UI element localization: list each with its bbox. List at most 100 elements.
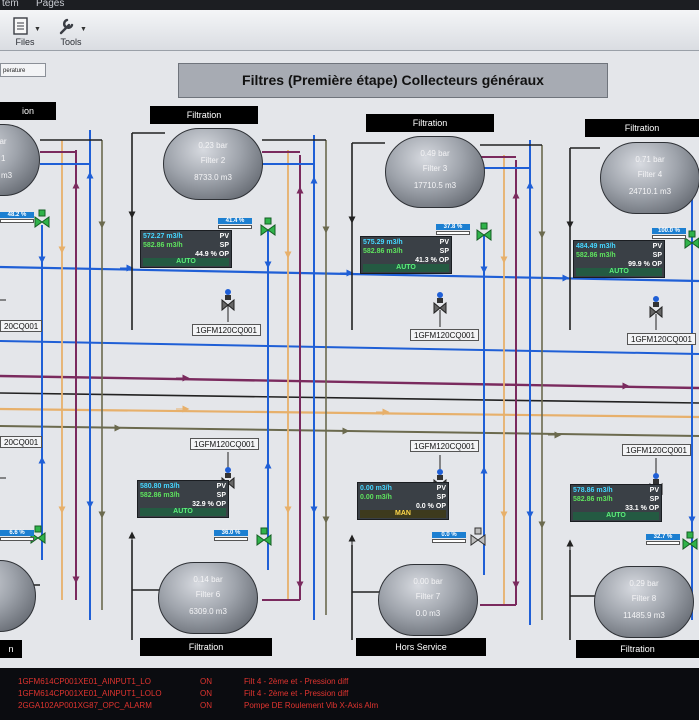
header-pipes — [0, 264, 699, 439]
flow-7-pv: 0.00 m3/h — [360, 485, 392, 492]
filter-7-volume: 0.0 m3 — [415, 609, 441, 618]
flow-8-mode[interactable]: AUTO — [573, 512, 659, 520]
filter-1-volume: m3 — [1, 171, 13, 180]
flow-3-mode[interactable]: AUTO — [363, 264, 449, 272]
filter-2-name: Filter 2 — [200, 156, 226, 165]
flow-6-mode[interactable]: AUTO — [140, 508, 226, 516]
filter-1-name: 1 — [1, 154, 6, 163]
valve-6-position: 36.0 % — [214, 530, 254, 542]
instrument-tag-6[interactable]: 1GFM120CQ001 — [190, 438, 259, 450]
filter-4-name: Filter 4 — [637, 170, 663, 179]
instrument-tag-3[interactable]: 1GFM120CQ001 — [410, 329, 479, 341]
flow-6-pv: 580.80 m3/h — [140, 483, 180, 490]
instrument-lines — [0, 299, 657, 479]
valve-6-percent: 36.0 % — [214, 530, 248, 536]
alarm-message: Filt 4 - 2ème et - Pression diff — [244, 689, 349, 698]
unit-3-status-label: Filtration — [366, 114, 494, 132]
unit-8-status-label: Filtration — [576, 640, 699, 658]
flow-controller-2[interactable]: 572.27 m3/h PV 582.86 m3/h SP 44.9 % OP AUT… — [140, 230, 232, 268]
flow-8-sp: 582.86 m3/h — [573, 496, 613, 503]
filter-2-volume: 8733.0 m3 — [194, 173, 232, 182]
valve-1-track — [0, 219, 34, 223]
alarm-row[interactable]: 1GFM614CP001XE01_AINPUT1_LO ON Filt 4 - … — [0, 676, 699, 688]
filter-7-name: Filter 7 — [415, 592, 441, 601]
filter-8-tank[interactable]: 0.29 bar Filter 8 11485.9 m3 — [594, 566, 694, 638]
valve-1-percent: 48.2 % — [0, 212, 34, 218]
valve-8-percent: 32.7 % — [646, 534, 680, 540]
alarm-summary: 1GFM614CP001XE01_AINPUT1_LO ON Filt 4 - … — [0, 668, 699, 720]
flow-3-pv: 575.29 m3/h — [363, 239, 403, 246]
valve-5-track — [0, 537, 34, 541]
filter-1-pressure: bar — [0, 137, 7, 146]
valve-3-track — [436, 231, 470, 235]
valve-4-percent: 100.0 % — [652, 228, 686, 234]
valve-5-percent: 6.6 % — [0, 530, 34, 536]
flow-2-sp: 582.86 m3/h — [143, 242, 183, 249]
filter-8-name: Filter 8 — [631, 594, 657, 603]
instrument-tag-4[interactable]: 1GFM120CQ001 — [627, 333, 696, 345]
alarm-message: Filt 4 - 2ème et - Pression diff — [244, 677, 349, 686]
filter-7-pressure: 0.00 bar — [413, 577, 443, 586]
filter-6-tank[interactable]: 0.14 bar Filter 6 6309.0 m3 — [158, 562, 258, 634]
flow-2-pv: 572.27 m3/h — [143, 233, 183, 240]
filter-8-volume: 11485.9 m3 — [623, 611, 665, 620]
valve-4-track — [652, 235, 686, 239]
filter-6-name: Filter 6 — [195, 590, 221, 599]
alarm-row[interactable]: 1GFM614CP001XE01_AINPUT1_LOLO ON Filt 4 … — [0, 688, 699, 700]
flow-controller-6[interactable]: 580.80 m3/h PV 582.86 m3/h SP 32.9 % OP AUT… — [137, 480, 229, 518]
valve-7-percent: 0.0 % — [432, 532, 466, 538]
instrument-tag-2[interactable]: 1GFM120CQ001 — [192, 324, 261, 336]
valve-2-position: 41.4 % — [218, 218, 258, 230]
filter-3-name: Filter 3 — [422, 164, 448, 173]
valve-8-position: 32.7 % — [646, 534, 686, 546]
alarm-state: ON — [200, 677, 212, 686]
filter-2-tank[interactable]: 0.23 bar Filter 2 8733.0 m3 — [163, 128, 263, 200]
flow-3-sp: 582.86 m3/h — [363, 248, 403, 255]
instrument-tag-7[interactable]: 1GFM120CQ001 — [410, 440, 479, 452]
column-1-pipes — [0, 130, 106, 620]
flow-4-sp: 582.86 m3/h — [576, 252, 616, 259]
scada-window: tem Pages ▼ Files ▼ Tools perature Filtr… — [0, 0, 699, 720]
filter-4-volume: 24710.1 m3 — [628, 187, 672, 196]
unit-2-status-label: Filtration — [150, 106, 258, 124]
alarm-source: 1GFM614CP001XE01_AINPUT1_LOLO — [18, 689, 162, 698]
unit-5-status-label: n — [0, 640, 22, 658]
filter-4-tank[interactable]: 0.71 bar Filter 4 24710.1 m3 — [600, 142, 699, 214]
filter-3-tank[interactable]: 0.49 bar Filter 3 17710.5 m3 — [385, 136, 485, 208]
alarm-source: 2GGA102AP001XG87_OPC_ALARM — [18, 701, 152, 710]
flow-7-sp: 0.00 m3/h — [360, 494, 392, 501]
flow-6-sp: 582.86 m3/h — [140, 492, 180, 499]
flow-4-mode[interactable]: AUTO — [576, 268, 662, 276]
flow-controller-7[interactable]: 0.00 m3/h PV 0.00 m3/h SP 0.0 % OP MAN — [357, 482, 449, 520]
filter-6-volume: 6309.0 m3 — [189, 607, 227, 616]
valve-4-position: 100.0 % — [652, 228, 692, 240]
alarm-state: ON — [200, 689, 212, 698]
alarm-row[interactable]: 2GGA102AP001XG87_OPC_ALARM ON Pompe DE R… — [0, 700, 699, 712]
valve-1-position: 48.2 % — [0, 212, 40, 224]
flow-controller-3[interactable]: 575.29 m3/h PV 582.86 m3/h SP 41.3 % OP AUT… — [360, 236, 452, 274]
flow-7-mode[interactable]: MAN — [360, 510, 446, 518]
flowmeter-top-4[interactable] — [649, 296, 663, 319]
valve-8-track — [646, 541, 680, 545]
unit-4-status-label: Filtration — [585, 119, 699, 137]
alarm-message: Pompe DE Roulement Vib X-Axis Alm — [244, 701, 379, 710]
filter-7-tank[interactable]: 0.00 bar Filter 7 0.0 m3 — [378, 564, 478, 636]
flow-4-pv: 484.49 m3/h — [576, 243, 616, 250]
filter-6-pressure: 0.14 bar — [193, 575, 223, 584]
unit-6-status-label: Filtration — [140, 638, 272, 656]
flowmeter-top-3[interactable] — [433, 292, 447, 315]
instrument-tag-1[interactable]: 20CQ001 — [0, 320, 43, 332]
valve-3-percent: 37.8 % — [436, 224, 470, 230]
alarm-source: 1GFM614CP001XE01_AINPUT1_LO — [18, 677, 151, 686]
valve-5-position: 6.6 % — [0, 530, 40, 542]
flow-2-mode[interactable]: AUTO — [143, 258, 229, 266]
instrument-tag-8[interactable]: 1GFM120CQ001 — [622, 444, 691, 456]
flow-controller-4[interactable]: 484.49 m3/h PV 582.86 m3/h SP 99.9 % OP AUT… — [573, 240, 665, 278]
flow-controller-8[interactable]: 578.86 m3/h PV 582.86 m3/h SP 33.1 % OP AUT… — [570, 484, 662, 522]
flow-8-pv: 578.86 m3/h — [573, 487, 613, 494]
valve-bottom-3[interactable] — [470, 527, 486, 546]
instrument-tag-5[interactable]: 20CQ001 — [0, 436, 43, 448]
filter-4-pressure: 0.71 bar — [635, 155, 665, 164]
valve-7-position: 0.0 % — [432, 532, 472, 544]
valve-7-track — [432, 539, 466, 543]
